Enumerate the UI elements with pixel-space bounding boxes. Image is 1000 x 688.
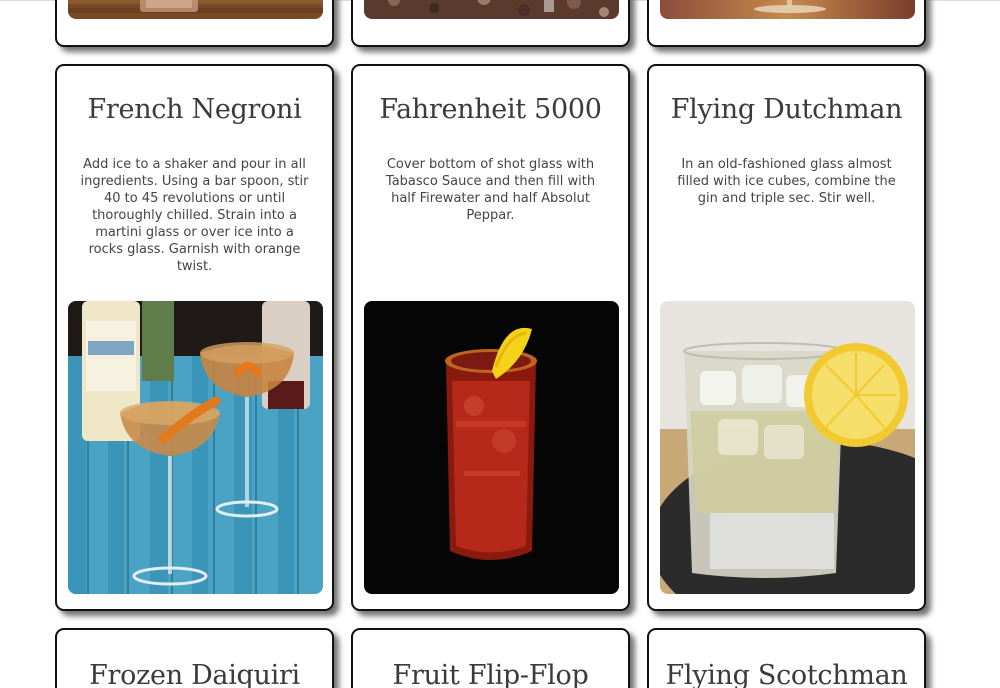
cocktail-title[interactable]: French Negroni xyxy=(57,94,332,125)
cocktail-title[interactable]: Fahrenheit 5000 xyxy=(353,94,628,125)
cocktail-photo xyxy=(68,0,323,19)
cocktail-title[interactable]: Frozen Daiquiri xyxy=(57,660,332,688)
cocktail-photo xyxy=(364,0,619,19)
cocktail-title[interactable]: Fruit Flip-Flop xyxy=(353,660,628,688)
cocktail-photo xyxy=(68,301,323,594)
cocktail-photo xyxy=(660,301,915,594)
cocktail-grid-page: French Negroni Add ice to a shaker and p… xyxy=(0,0,1000,688)
cocktail-card-fruit-flip-flop[interactable]: Fruit Flip-Flop xyxy=(351,628,630,688)
cocktail-title[interactable]: Flying Dutchman xyxy=(649,94,924,125)
cocktail-card-frozen-daiquiri[interactable]: Frozen Daiquiri xyxy=(55,628,334,688)
cocktail-description: Cover bottom of shot glass with Tabasco … xyxy=(385,157,596,223)
cocktail-card-flying-dutchman[interactable]: Flying Dutchman In an old-fashioned glas… xyxy=(647,64,926,611)
cocktail-card[interactable] xyxy=(351,0,630,47)
cocktail-card-flying-scotchman[interactable]: Flying Scotchman xyxy=(647,628,926,688)
cocktail-title[interactable]: Flying Scotchman xyxy=(649,660,924,688)
cocktail-card-french-negroni[interactable]: French Negroni Add ice to a shaker and p… xyxy=(55,64,334,611)
cocktail-photo xyxy=(364,301,619,594)
cocktail-card[interactable] xyxy=(55,0,334,47)
cocktail-card-fahrenheit-5000[interactable]: Fahrenheit 5000 Cover bottom of shot gla… xyxy=(351,64,630,611)
cocktail-description: In an old-fashioned glass almost filled … xyxy=(677,157,896,206)
cocktail-photo xyxy=(660,0,915,19)
cocktail-description: Add ice to a shaker and pour in all ingr… xyxy=(80,157,309,274)
cocktail-card[interactable] xyxy=(647,0,926,47)
